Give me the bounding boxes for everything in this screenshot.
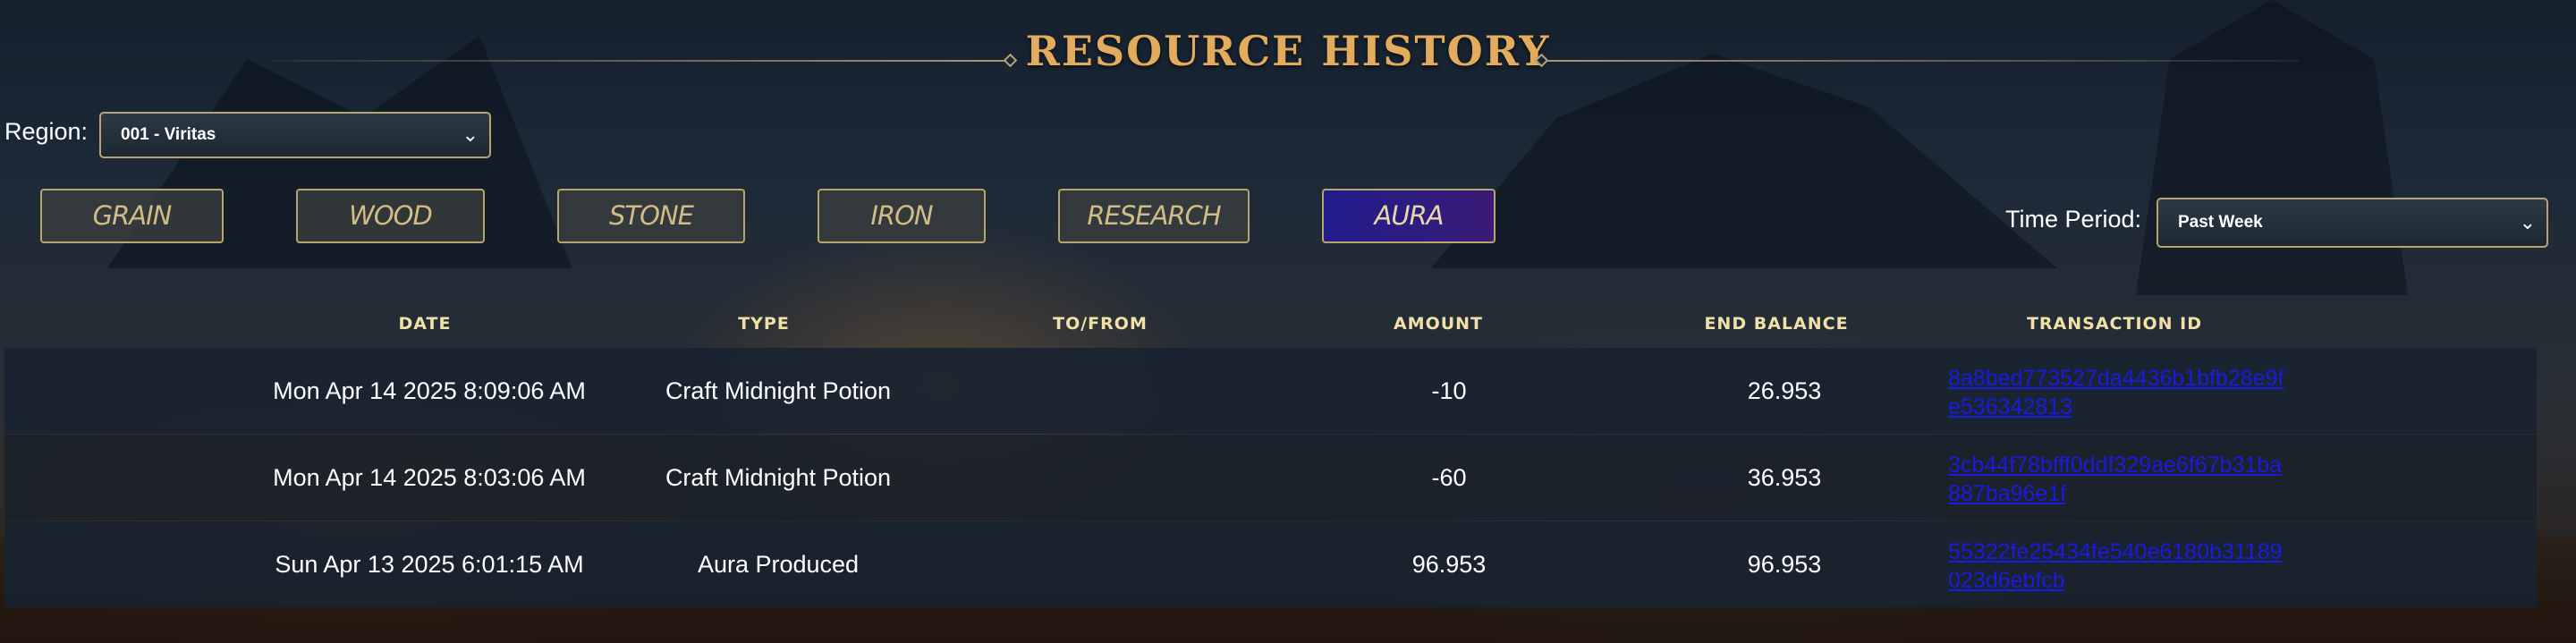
chevron-down-icon: ⌄ bbox=[462, 123, 479, 146]
region-label: Region: bbox=[4, 118, 89, 145]
cell-end-balance: 26.953 bbox=[1747, 377, 1822, 404]
cell-amount: -60 bbox=[1431, 464, 1467, 491]
time-period-label: Time Period: bbox=[2005, 206, 2142, 233]
table-row: Mon Apr 14 2025 8:03:06 AM Craft Midnigh… bbox=[4, 435, 2537, 520]
chevron-down-icon: ⌄ bbox=[2519, 211, 2536, 233]
cell-type: Craft Midnight Potion bbox=[665, 464, 892, 491]
column-header-type: TYPE bbox=[738, 314, 790, 334]
column-header-amount: AMOUNT bbox=[1393, 314, 1484, 334]
resource-button-wood[interactable]: WOOD bbox=[296, 189, 485, 243]
time-period-select[interactable]: Past Week ⌄ bbox=[2157, 198, 2548, 248]
cell-to-from bbox=[1015, 521, 1194, 607]
cell-amount: -10 bbox=[1431, 377, 1467, 404]
table-row: Sun Apr 13 2025 6:01:15 AM Aura Produced… bbox=[4, 521, 2537, 607]
transaction-id-link[interactable]: 3cb44f78bfff0ddf329ae6f67b31ba887ba96e1f bbox=[1948, 451, 2288, 508]
column-header-end-balance: END BALANCE bbox=[1704, 314, 1849, 334]
resource-button-research[interactable]: RESEARCH bbox=[1058, 189, 1250, 243]
column-header-transaction-id: TRANSACTION ID bbox=[2026, 314, 2203, 334]
transaction-id-link[interactable]: 55322fe25434fe540e6180b31189023d6ebfcb bbox=[1948, 537, 2288, 595]
table-row: Mon Apr 14 2025 8:09:06 AM Craft Midnigh… bbox=[4, 348, 2537, 434]
resource-button-aura[interactable]: AURA bbox=[1322, 189, 1496, 243]
resource-button-stone[interactable]: STONE bbox=[557, 189, 745, 243]
transaction-id-link[interactable]: 8a8bed773527da4436b1bfb28e9fe536342813 bbox=[1948, 364, 2288, 421]
cell-end-balance: 96.953 bbox=[1747, 551, 1822, 578]
cell-type: Aura Produced bbox=[697, 551, 860, 578]
time-period-select-value: Past Week bbox=[2178, 213, 2263, 232]
resource-button-grain[interactable]: GRAIN bbox=[40, 189, 224, 243]
region-select[interactable]: 001 - Viritas ⌄ bbox=[99, 112, 491, 158]
column-header-to-from: TO/FROM bbox=[1053, 314, 1148, 334]
region-select-value: 001 - Viritas bbox=[121, 125, 216, 144]
cell-to-from bbox=[1015, 435, 1194, 520]
cell-end-balance: 36.953 bbox=[1747, 464, 1822, 491]
resource-button-iron[interactable]: IRON bbox=[818, 189, 986, 243]
cell-type: Craft Midnight Potion bbox=[665, 377, 892, 404]
cell-amount: 96.953 bbox=[1411, 551, 1487, 578]
column-header-date: DATE bbox=[398, 314, 452, 334]
page-header: RESOURCE HISTORY bbox=[0, 27, 2576, 89]
cell-to-from bbox=[1015, 348, 1194, 434]
title-divider-right bbox=[1547, 60, 2299, 62]
page-title: RESOURCE HISTORY bbox=[1025, 27, 1551, 75]
